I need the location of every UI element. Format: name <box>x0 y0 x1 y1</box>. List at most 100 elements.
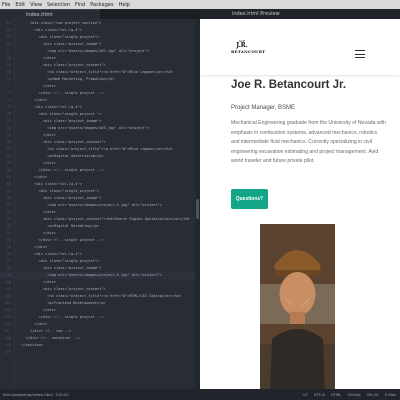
status-bar: html-bootstrap/index.html 110:20 LF UTF-8… <box>0 389 400 400</box>
code-text: <p>Digital Marketing</p> <box>17 224 100 228</box>
code-line[interactable]: 95 </div> <box>0 244 200 251</box>
code-line[interactable]: 83 </div> <box>0 160 200 167</box>
menu-item-file[interactable]: File <box>2 2 10 8</box>
editor-tab[interactable]: index.html <box>0 9 100 19</box>
code-line[interactable]: 107 </div> <!-- row --> <box>0 328 200 335</box>
code-line[interactable]: 110 <box>0 349 200 356</box>
code-text: <img src="assets/images/402.jpg" alt="pr… <box>17 49 149 53</box>
editor-scrollbar-thumb[interactable] <box>196 199 199 219</box>
code-line[interactable]: 68 </div> <box>0 55 200 62</box>
code-text: <h4 class="project_title"><a href="#">HT… <box>17 294 182 298</box>
code-line[interactable]: 102 <h4 class="project_title"><a href="#… <box>0 293 200 300</box>
code-line[interactable]: 101 <div class="project_content"> <box>0 286 200 293</box>
line-number: 94 <box>6 238 11 242</box>
code-line[interactable]: 91 <div class="project_content"><h4>Sear… <box>0 216 200 223</box>
code-line[interactable]: 79 </div> <box>0 132 200 139</box>
line-number: 98 <box>6 266 11 270</box>
hamburger-menu-icon[interactable] <box>355 50 365 58</box>
line-number: 68 <box>6 56 11 60</box>
code-line[interactable]: 75 <div class="col-lg-4"> <box>0 104 200 111</box>
code-line[interactable]: 90 </div> <box>0 209 200 216</box>
code-line[interactable]: 100 </div> <box>0 279 200 286</box>
code-text: </div> <box>17 175 48 179</box>
code-line[interactable]: 86 <div class="col-lg-4"> <box>0 181 200 188</box>
code-text: <p>Frontend Development</p> <box>17 301 106 305</box>
code-line[interactable]: 88 <div class="project_image"> <box>0 195 200 202</box>
code-line[interactable]: 85 </div> <box>0 174 200 181</box>
code-text: <h4 class="project_title"><a href="#">Bl… <box>17 147 173 151</box>
code-text: <div class="project_content"> <box>17 287 106 291</box>
code-line[interactable]: 97 <div class="single_project"> <box>0 258 200 265</box>
status-item[interactable]: GitHub <box>347 389 360 400</box>
code-editor-pane[interactable]: index.html 63 <div class="row project_se… <box>0 9 200 389</box>
code-line[interactable]: 70 <h4 class="project_title"><a href="#"… <box>0 69 200 76</box>
code-text: <div class="single_project"> <box>17 259 100 263</box>
code-line[interactable]: 94 </div> <!-- single project --> <box>0 237 200 244</box>
code-line[interactable]: 66 <div class="project_image"> <box>0 41 200 48</box>
status-item[interactable]: 0 files <box>385 389 396 400</box>
code-line[interactable]: 92 <p>Digital Marketing</p> <box>0 223 200 230</box>
code-line[interactable]: 74 </div> <box>0 97 200 104</box>
status-item[interactable]: LF <box>303 389 307 400</box>
code-text: <div class="project_image"> <box>17 119 102 123</box>
code-line[interactable]: 105 </div> <!-- single project --> <box>0 314 200 321</box>
menu-item-find[interactable]: Find <box>75 2 85 8</box>
code-line[interactable]: 72 </div> <box>0 83 200 90</box>
code-line[interactable]: 78 <img src="assets/images/403.jpg" alt=… <box>0 125 200 132</box>
code-line[interactable]: 84 </div> <!-- single project --> <box>0 167 200 174</box>
line-number: 86 <box>6 182 11 186</box>
code-line[interactable]: 64 <div class="col-lg-4"> <box>0 27 200 34</box>
code-line[interactable]: 80 <div class="project_content"> <box>0 139 200 146</box>
site-logo[interactable]: JOE J.R. BETANCOURT <box>231 39 265 54</box>
code-line[interactable]: 69 <div class="project_content"> <box>0 62 200 69</box>
menu-item-edit[interactable]: Edit <box>15 2 25 8</box>
code-line[interactable]: 71 <p>Web Marketing, Promotion</p> <box>0 76 200 83</box>
menu-item-view[interactable]: View <box>30 2 42 8</box>
code-text: </div> <box>17 98 48 102</box>
line-number: 84 <box>6 168 11 172</box>
menu-item-help[interactable]: Help <box>119 2 130 8</box>
code-line[interactable]: 73 </div> <!-- single project --> <box>0 90 200 97</box>
status-item[interactable]: UTF-8 <box>314 389 325 400</box>
code-line[interactable]: 109 </section> <box>0 342 200 349</box>
menu-item-packages[interactable]: Packages <box>90 2 113 8</box>
code-line[interactable]: 67 <img src="assets/images/402.jpg" alt=… <box>0 48 200 55</box>
code-line[interactable]: 63 <div class="row project_section"> <box>0 20 200 27</box>
code-text: </div> <box>17 322 48 326</box>
code-text: <div class="project_image"> <box>17 42 102 46</box>
menu-bar: File Edit View Selection Find Packages Help <box>0 0 400 9</box>
code-line[interactable]: 104 </div> <box>0 307 200 314</box>
preview-pane[interactable]: index.html Preview JOE J.R. BETANCOURT J… <box>200 9 400 389</box>
code-text: <div class="project_content"> <box>17 63 106 67</box>
code-line[interactable]: 106 </div> <box>0 321 200 328</box>
code-line[interactable]: 81 <h4 class="project_title"><a href="#"… <box>0 146 200 153</box>
code-line[interactable]: 93 </div> <box>0 230 200 237</box>
code-line[interactable]: 99 <img src="assets/images/project-4.jpg… <box>0 272 200 279</box>
line-number: 67 <box>6 49 11 53</box>
line-number: 95 <box>6 245 11 249</box>
line-number: 100 <box>4 280 12 284</box>
code-line[interactable]: 103 <p>Frontend Development</p> <box>0 300 200 307</box>
menu-item-selection[interactable]: Selection <box>47 2 70 8</box>
code-line[interactable]: 98 <div class="project_image"> <box>0 265 200 272</box>
code-lines[interactable]: 63 <div class="row project_section"> 64 <… <box>0 20 200 356</box>
status-cursor-position[interactable]: 110:20 <box>55 392 68 397</box>
preview-tab[interactable]: index.html Preview <box>200 9 400 19</box>
code-line[interactable]: 96 <div class="col-lg-4"> <box>0 251 200 258</box>
code-line[interactable]: 65 <div class="single_project"> <box>0 34 200 41</box>
code-line[interactable]: 108 </div> <!-- container --> <box>0 335 200 342</box>
code-line[interactable]: 82 <p>Digital Advertising</p> <box>0 153 200 160</box>
questions-button[interactable]: Questions? <box>231 189 268 209</box>
line-number: 82 <box>6 154 11 158</box>
code-line[interactable]: 87 <div class="single_project"> <box>0 188 200 195</box>
line-number: 105 <box>4 315 12 319</box>
line-number: 91 <box>6 217 11 221</box>
code-line[interactable]: 77 <div class="project_image"> <box>0 118 200 125</box>
line-number: 102 <box>4 294 12 298</box>
status-file-path[interactable]: html-bootstrap/index.html <box>3 392 53 397</box>
status-item[interactable]: Git (0) <box>367 389 379 400</box>
status-item[interactable]: HTML <box>331 389 342 400</box>
editor-tab-bar: index.html <box>0 9 200 19</box>
code-line[interactable]: 89 <img src="assets/images/project-3.jpg… <box>0 202 200 209</box>
code-line[interactable]: 76 <div class="single_project "> <box>0 111 200 118</box>
